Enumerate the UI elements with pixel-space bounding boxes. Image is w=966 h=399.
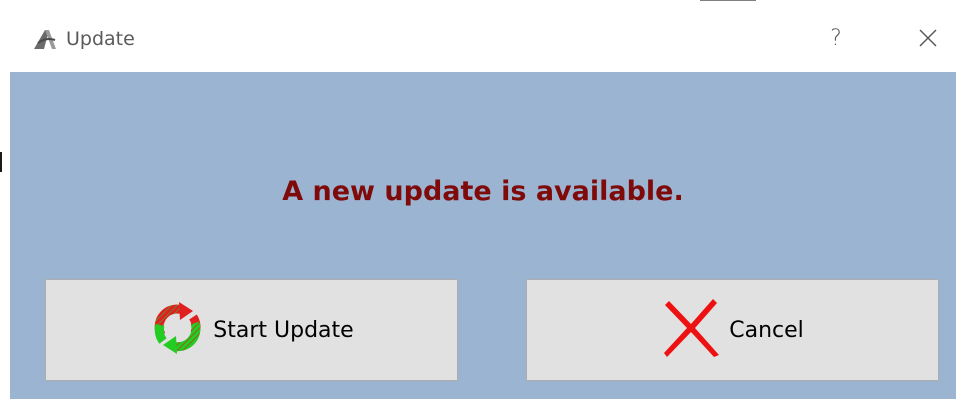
start-update-label: Start Update bbox=[213, 317, 354, 343]
background-window-edge bbox=[700, 0, 756, 1]
update-message: A new update is available. bbox=[282, 176, 684, 207]
dialog-body: A new update is available. Start Update … bbox=[10, 72, 956, 399]
close-icon bbox=[919, 29, 937, 47]
start-update-button[interactable]: Start Update bbox=[45, 279, 458, 381]
window-title: Update bbox=[66, 28, 135, 50]
app-logo-icon bbox=[32, 28, 58, 50]
red-x-icon bbox=[661, 297, 723, 363]
window-left-edge bbox=[0, 0, 10, 399]
update-dialog-window: Update ? A new update is available. Star… bbox=[0, 0, 966, 399]
help-button[interactable]: ? bbox=[814, 18, 858, 58]
cancel-label: Cancel bbox=[729, 317, 804, 343]
window-right-edge bbox=[956, 0, 966, 399]
close-button[interactable] bbox=[904, 18, 952, 58]
refresh-arrows-icon bbox=[149, 299, 207, 361]
title-bar[interactable]: Update ? bbox=[10, 0, 956, 72]
edge-mark bbox=[0, 152, 2, 172]
cancel-button[interactable]: Cancel bbox=[526, 279, 939, 381]
